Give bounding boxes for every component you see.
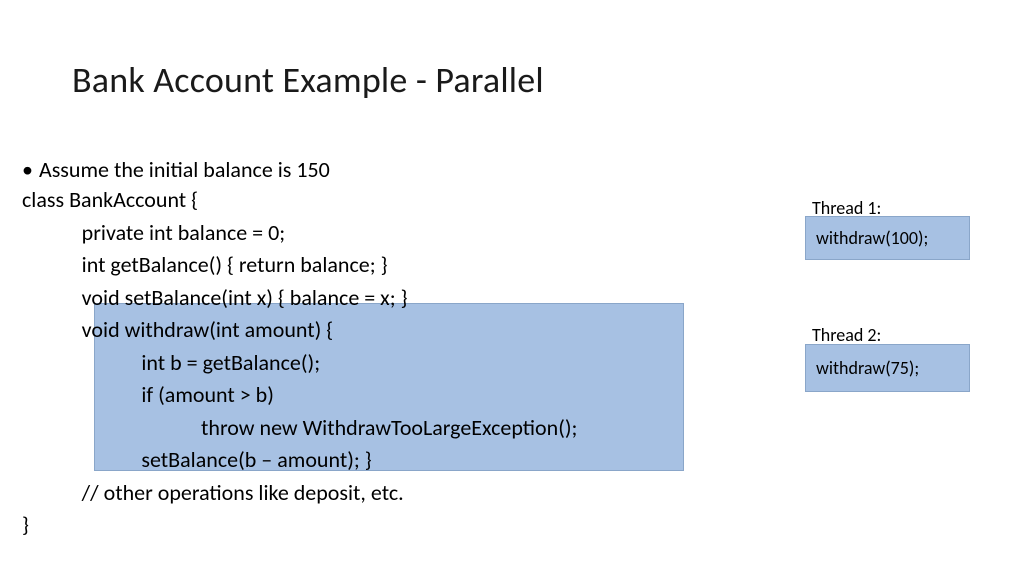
code-line: void withdraw(int amount) { <box>22 314 577 347</box>
code-line: throw new WithdrawTooLargeException(); <box>22 412 577 445</box>
code-line: private int balance = 0; <box>22 217 577 250</box>
bullet-text: Assume the initial balance is 150 <box>39 156 330 183</box>
code-line: // other operations like deposit, etc. <box>22 477 577 510</box>
bullet-dot: • <box>22 156 33 184</box>
thread-1-call-box: withdraw(100); <box>805 216 970 260</box>
code-line: class BankAccount { <box>22 184 577 217</box>
thread-1-call-text: withdraw(100); <box>816 227 928 249</box>
bullet-assumption: • Assume the initial balance is 150 <box>22 156 1024 184</box>
code-block: class BankAccount { private int balance … <box>22 184 577 542</box>
code-line: if (amount > b) <box>22 379 577 412</box>
code-line: } <box>22 509 577 542</box>
thread-2-call-box: withdraw(75); <box>805 344 970 392</box>
thread-2-call-text: withdraw(75); <box>816 357 919 379</box>
slide-title: Bank Account Example - Parallel <box>72 58 1024 102</box>
thread-2-label: Thread 2: <box>812 324 881 346</box>
code-line: int getBalance() { return balance; } <box>22 249 577 282</box>
code-line: setBalance(b – amount); } <box>22 444 577 477</box>
code-line: void setBalance(int x) { balance = x; } <box>22 282 577 315</box>
code-line: int b = getBalance(); <box>22 347 577 380</box>
